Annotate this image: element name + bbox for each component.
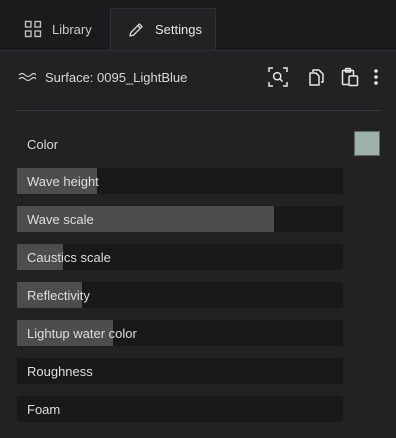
slider-label: Lightup water color — [27, 326, 137, 341]
color-property: Color — [17, 131, 381, 157]
more-vertical-icon[interactable] — [367, 66, 385, 88]
slider-label: Wave height — [27, 174, 99, 189]
slider-label: Foam — [27, 402, 61, 417]
slider-label: Wave scale — [27, 212, 94, 227]
roughness-slider[interactable]: Roughness — [17, 358, 343, 384]
copy-icon[interactable] — [305, 66, 327, 88]
tab-settings-label: Settings — [155, 22, 202, 37]
tab-bar: Library Settings — [0, 0, 396, 50]
tab-settings[interactable]: Settings — [110, 8, 216, 50]
settings-panel: Surface: 0095_LightBlue Color Wave heigh… — [0, 50, 396, 438]
slider-label: Reflectivity — [27, 288, 90, 303]
color-swatch[interactable] — [354, 131, 380, 156]
tab-library-label: Library — [52, 21, 92, 37]
surface-name: Surface: 0095_LightBlue — [45, 70, 188, 85]
lightup-water-color-slider[interactable]: Lightup water color — [17, 320, 343, 346]
reflectivity-slider[interactable]: Reflectivity — [17, 282, 343, 308]
grid-icon — [24, 20, 42, 38]
wave-icon — [18, 69, 37, 85]
foam-slider[interactable]: Foam — [17, 396, 343, 422]
wave-height-slider[interactable]: Wave height — [17, 168, 343, 194]
color-label: Color — [27, 137, 59, 152]
search-frame-icon[interactable] — [267, 66, 289, 88]
divider — [17, 110, 381, 111]
caustics-scale-slider[interactable]: Caustics scale — [17, 244, 343, 270]
slider-label: Roughness — [27, 364, 93, 379]
tab-library[interactable]: Library — [0, 8, 109, 50]
paste-icon[interactable] — [339, 66, 361, 88]
pencil-icon — [127, 21, 145, 39]
surface-header: Surface: 0095_LightBlue — [0, 51, 396, 104]
wave-scale-slider[interactable]: Wave scale — [17, 206, 343, 232]
slider-label: Caustics scale — [27, 250, 111, 265]
